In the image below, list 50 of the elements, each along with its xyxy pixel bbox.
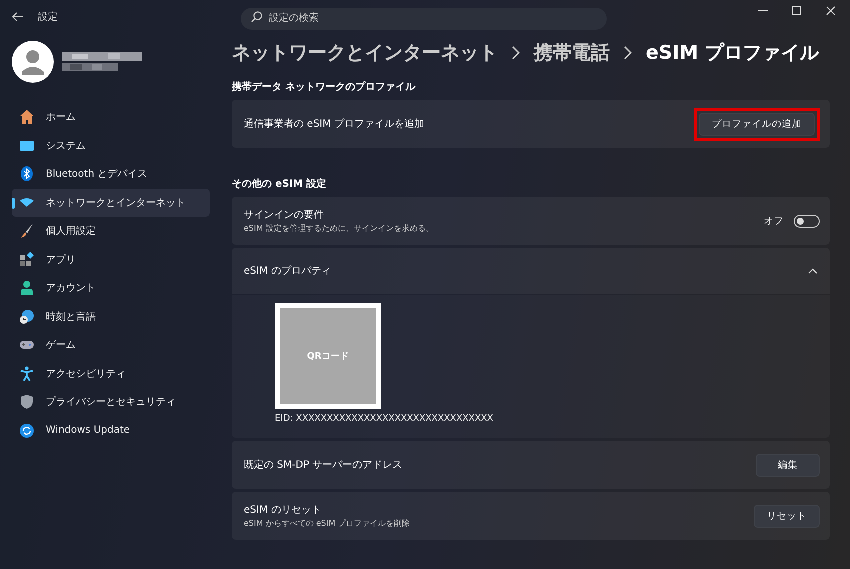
section-heading: 携帯データ ネットワークのプロファイル — [232, 80, 417, 94]
bluetooth-icon — [19, 166, 35, 182]
nav-item[interactable]: 時刻と言語 — [12, 302, 210, 331]
shield-icon — [19, 394, 35, 410]
setting-description: eSIM 設定を管理するために、サインインを求める。 — [244, 223, 434, 234]
refresh-icon — [19, 422, 35, 439]
avatar-icon — [12, 41, 54, 83]
house-icon — [19, 109, 35, 126]
breadcrumb-item: eSIM プロファイル — [646, 41, 820, 66]
setting-title: eSIM のリセット — [244, 504, 322, 517]
chevron-right-icon — [512, 46, 520, 60]
qr-code-box: QRコード — [275, 303, 381, 409]
action-button[interactable]: 編集 — [756, 454, 820, 476]
nav-item[interactable]: アカウント — [12, 274, 210, 302]
chevron-right-icon — [624, 46, 632, 60]
apps-icon — [19, 252, 35, 268]
action-button[interactable]: リセット — [754, 504, 820, 528]
search-icon — [251, 11, 263, 23]
person-icon — [19, 280, 35, 296]
search-field[interactable]: 設定の検索 — [241, 8, 607, 30]
setting-title: eSIM のプロパティ — [244, 264, 332, 278]
clock-globe-icon — [19, 308, 35, 325]
toggle-switch[interactable] — [794, 214, 820, 228]
nav-item[interactable]: システム — [12, 132, 210, 160]
toggle-label: オフ — [764, 214, 784, 228]
setting-title: 既定の SM-DP サーバーのアドレス — [244, 458, 403, 472]
accessibility-icon — [19, 366, 35, 382]
nav-item[interactable]: Bluetooth とデバイス — [12, 160, 210, 188]
nav-item[interactable]: プライバシーとセキュリティ — [12, 388, 210, 416]
nav-item[interactable]: アクセシビリティ — [12, 360, 210, 388]
section-heading: その他の eSIM 設定 — [232, 177, 328, 191]
window-title: 設定 — [38, 10, 58, 24]
setting-title: 通信事業者の eSIM プロファイルを追加 — [244, 118, 424, 131]
nav-item[interactable]: ゲーム — [12, 331, 210, 360]
breadcrumb-item[interactable]: 携帯電話 — [534, 40, 610, 66]
expander-header[interactable]: eSIM のプロパティ — [232, 248, 830, 294]
nav-item[interactable]: ホーム — [12, 103, 210, 132]
setting-title: サインインの要件 — [244, 209, 325, 222]
nav-item[interactable]: 個人用設定 — [12, 217, 210, 246]
action-button[interactable]: プロファイルの追加 — [699, 112, 815, 136]
close-icon[interactable] — [826, 6, 836, 16]
nav-item[interactable]: Windows Update — [12, 416, 210, 445]
paintbrush-icon — [19, 223, 35, 240]
back-icon[interactable] — [12, 12, 24, 22]
setting-description: eSIM からすべての eSIM プロファイルを削除 — [244, 518, 410, 529]
maximize-icon[interactable] — [792, 6, 802, 16]
eid-text: EID: XXXXXXXXXXXXXXXXXXXXXXXXXXXXXXXX — [275, 414, 494, 424]
nav-item[interactable]: アプリ — [12, 246, 210, 274]
breadcrumb-item[interactable]: ネットワークとインターネット — [232, 40, 498, 66]
nav-item[interactable]: ネットワークとインターネット — [12, 188, 210, 217]
